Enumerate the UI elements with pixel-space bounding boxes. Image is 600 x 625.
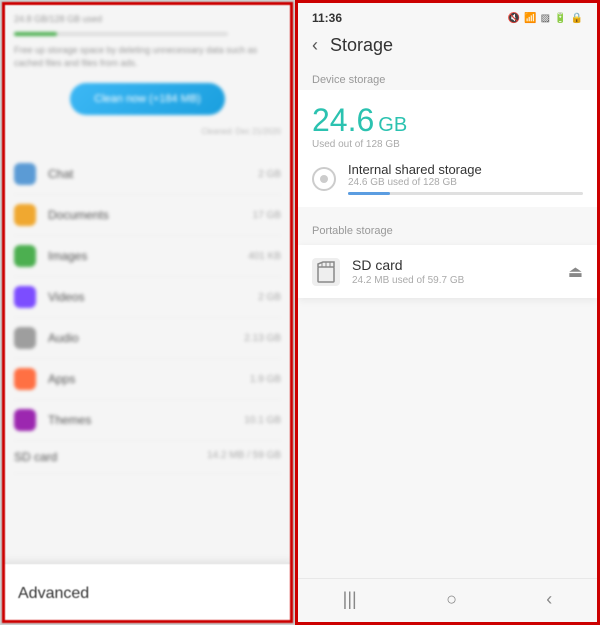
category-name: Themes xyxy=(48,413,244,427)
list-item[interactable]: Themes10.1 GB xyxy=(14,400,281,441)
sdcard-info: SD card 24.2 MB used of 59.7 GB xyxy=(352,257,556,286)
storage-amount: 24.6 xyxy=(312,104,374,136)
list-item[interactable]: Images401 KB xyxy=(14,236,281,277)
top-bar: ‹ Storage xyxy=(298,29,597,66)
category-size: 2.13 GB xyxy=(244,333,281,344)
battery-icon: 🔋 xyxy=(554,13,566,24)
category-icon xyxy=(14,286,36,308)
list-item[interactable]: Apps1.9 GB xyxy=(14,359,281,400)
category-icon xyxy=(14,245,36,267)
storage-circle-icon xyxy=(312,167,336,191)
portable-section: Portable storage xyxy=(298,215,597,245)
list-item[interactable]: Chat2 GB xyxy=(14,154,281,195)
left-storage-bar xyxy=(14,32,228,36)
sdcard-name: SD card xyxy=(352,257,556,273)
category-name: Audio xyxy=(48,331,244,345)
signal-icon: ▨ xyxy=(541,13,550,24)
category-size: 10.1 GB xyxy=(244,415,281,426)
category-icon xyxy=(14,368,36,390)
sdcard-row: SD card 14.2 MB / 59 GB xyxy=(14,441,281,474)
category-size: 2 GB xyxy=(258,169,281,180)
internal-bar xyxy=(348,192,583,195)
sdcard-icon xyxy=(312,258,340,286)
list-item[interactable]: Videos2 GB xyxy=(14,277,281,318)
left-panel: 24.8 GB/128 GB used Free up storage spac… xyxy=(0,0,295,625)
category-name: Documents xyxy=(48,208,253,222)
internal-used: 24.6 GB used of 128 GB xyxy=(348,177,583,188)
left-description: Free up storage space by deleting unnece… xyxy=(14,44,281,69)
category-icon xyxy=(14,327,36,349)
left-storage-bar-fill xyxy=(14,32,57,36)
bottom-nav: ||| ○ ‹ xyxy=(298,578,597,622)
internal-title: Internal shared storage xyxy=(348,162,583,177)
category-size: 17 GB xyxy=(253,210,281,221)
mute-icon: 🔇 xyxy=(508,13,520,24)
sdcard-label: SD card xyxy=(14,450,57,464)
category-name: Chat xyxy=(48,167,258,181)
internal-storage-row[interactable]: Internal shared storage 24.6 GB used of … xyxy=(312,162,583,195)
sdcard-size: 14.2 MB / 59 GB xyxy=(207,450,281,464)
category-icon xyxy=(14,409,36,431)
device-storage-card: 24.6 GB Used out of 128 GB Internal shar… xyxy=(298,90,597,207)
advanced-bar[interactable]: Advanced xyxy=(2,563,293,623)
sdcard-used-text: 24.2 MB used of 59.7 GB xyxy=(352,275,556,286)
lock-icon: 🔒 xyxy=(571,13,583,24)
right-spacer xyxy=(298,298,597,578)
category-icon xyxy=(14,204,36,226)
category-size: 401 KB xyxy=(248,251,281,262)
category-size: 2 GB xyxy=(258,292,281,303)
sdcard-card[interactable]: SD card 24.2 MB used of 59.7 GB ⏏ xyxy=(298,245,597,298)
internal-bar-fill xyxy=(348,192,390,195)
storage-unit: GB xyxy=(378,114,407,137)
storage-used-text: Used out of 128 GB xyxy=(312,139,583,150)
clean-now-button[interactable]: Clean now (+184 MB) xyxy=(70,83,225,115)
nav-recents-icon[interactable]: ||| xyxy=(343,589,357,610)
category-size: 1.9 GB xyxy=(250,374,281,385)
internal-info: Internal shared storage 24.6 GB used of … xyxy=(348,162,583,195)
list-item[interactable]: Documents17 GB xyxy=(14,195,281,236)
list-item[interactable]: Audio2.13 GB xyxy=(14,318,281,359)
advanced-label: Advanced xyxy=(18,585,89,603)
clean-date: Cleaned: Dec 21/2020 xyxy=(14,127,281,136)
category-name: Apps xyxy=(48,372,250,386)
eject-button[interactable]: ⏏ xyxy=(568,262,583,282)
nav-back-icon[interactable]: ‹ xyxy=(546,589,552,610)
device-storage-label: Device storage xyxy=(298,66,597,90)
left-storage-used: 24.8 GB/128 GB used xyxy=(14,14,281,24)
category-icon xyxy=(14,163,36,185)
nav-home-icon[interactable]: ○ xyxy=(446,589,457,610)
status-icons: 🔇 📶 ▨ 🔋 🔒 xyxy=(508,13,583,24)
left-blurred-content: 24.8 GB/128 GB used Free up storage spac… xyxy=(2,2,293,563)
status-time: 11:36 xyxy=(312,11,342,25)
category-name: Images xyxy=(48,249,248,263)
portable-storage-label: Portable storage xyxy=(312,225,583,237)
storage-title: Storage xyxy=(330,35,393,56)
right-panel: 11:36 🔇 📶 ▨ 🔋 🔒 ‹ Storage Device storage… xyxy=(295,0,600,625)
status-bar: 11:36 🔇 📶 ▨ 🔋 🔒 xyxy=(298,3,597,29)
category-name: Videos xyxy=(48,290,258,304)
back-button[interactable]: ‹ xyxy=(312,35,318,56)
wifi-icon: 📶 xyxy=(524,13,536,24)
